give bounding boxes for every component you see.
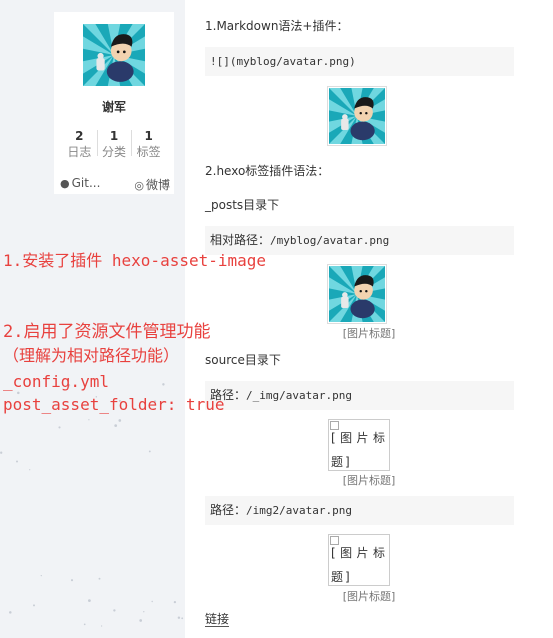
- code-img2-label: 路径：: [210, 503, 247, 517]
- author-name[interactable]: 谢军: [54, 98, 174, 115]
- annotation-install-plugin: 1.安装了插件 hexo-asset-image: [3, 251, 267, 270]
- code-block-markdown: ![](myblog/avatar.png): [205, 47, 514, 76]
- code-block-img: 路径：/_img/avatar.png: [205, 381, 514, 410]
- image-caption-1: [图片标题]: [342, 327, 396, 340]
- stat-posts-label: 日志: [67, 145, 92, 159]
- paragraph-source-dir: source目录下: [205, 353, 281, 367]
- paragraph-posts-dir: _posts目录下: [205, 198, 280, 212]
- paragraph-markdown: 1.Markdown语法+插件：: [205, 19, 349, 33]
- paragraph-hexo-tag: 2.hexo标签插件语法：: [205, 164, 330, 178]
- post-image-2[interactable]: [327, 264, 387, 324]
- avatar[interactable]: [83, 24, 145, 86]
- weibo-link-label: 微博: [145, 178, 170, 192]
- stat-posts[interactable]: 2 日志: [62, 128, 97, 160]
- stat-tags[interactable]: 1 标签: [131, 128, 166, 160]
- image-caption-2: [图片标题]: [342, 474, 396, 487]
- annotation-relative-path: （理解为相对路径功能）: [3, 346, 180, 365]
- code-relative-label: 相对路径：: [210, 233, 271, 247]
- profile-card: 谢军 2 日志 1 分类 1 标签 ● Git... ◎ 微博: [54, 12, 174, 194]
- stat-categories-count: 1: [109, 129, 119, 143]
- post-image-1[interactable]: [327, 86, 387, 146]
- stat-categories[interactable]: 1 分类: [96, 128, 132, 160]
- code-block-img2: 路径：/img2/avatar.png: [205, 496, 514, 525]
- social-links: ● Git... ◎ 微博: [60, 176, 170, 193]
- github-icon: ●: [60, 177, 70, 190]
- github-link[interactable]: ● Git...: [60, 176, 100, 193]
- stat-posts-count: 2: [75, 129, 84, 143]
- image-caption-3: [图片标题]: [342, 590, 396, 603]
- avatar-image: [329, 88, 385, 144]
- annotation-config-value: post_asset_folder: true: [3, 395, 225, 414]
- weibo-link[interactable]: ◎ 微博: [134, 176, 170, 193]
- annotation-config-file: _config.yml: [3, 372, 109, 391]
- code-img-path: /_img/avatar.png: [246, 389, 352, 402]
- code-markdown-text: ![](myblog/avatar.png): [210, 55, 356, 68]
- stat-categories-label: 分类: [102, 145, 127, 159]
- weibo-icon: ◎: [134, 179, 144, 192]
- broken-image-alt: [图片标题]: [331, 431, 387, 469]
- post-content: 1.Markdown语法+插件： ![](myblog/avatar.png) …: [185, 0, 553, 638]
- code-img2-path: /img2/avatar.png: [246, 504, 352, 517]
- post-link[interactable]: 链接: [205, 612, 230, 627]
- stat-tags-count: 1: [144, 129, 153, 143]
- stat-tags-label: 标签: [136, 145, 161, 159]
- broken-image-1[interactable]: [图片标题]: [328, 419, 390, 471]
- code-relative-path: /myblog/avatar.png: [270, 234, 390, 247]
- github-link-label: Git...: [71, 176, 101, 190]
- broken-image-2[interactable]: [图片标题]: [328, 534, 390, 586]
- avatar-image: [329, 266, 385, 322]
- annotation-asset-folder: 2.启用了资源文件管理功能: [3, 322, 211, 342]
- broken-image-alt: [图片标题]: [331, 546, 387, 584]
- site-stats: 2 日志 1 分类 1 标签: [62, 128, 166, 160]
